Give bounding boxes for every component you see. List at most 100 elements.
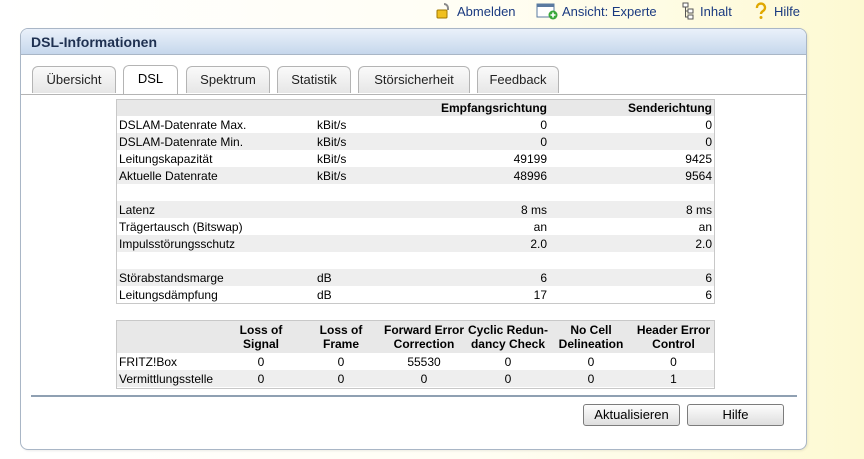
row-rx-value: 0 (385, 133, 549, 150)
row-tx-value: an (698, 219, 712, 234)
help-question-icon (754, 2, 770, 20)
rx-header: Empfangsrichtung (385, 100, 549, 116)
footer-divider (31, 395, 797, 397)
tx-header: Senderichtung (549, 100, 714, 116)
cell-value: 0 (221, 370, 301, 387)
row-rx-value: 0 (540, 117, 547, 132)
row-label: Trägertausch (Bitswap) (119, 219, 243, 234)
row-rx-value: 6 (385, 269, 549, 286)
contents-label: Inhalt (700, 3, 732, 19)
cell-value: 0 (381, 370, 467, 387)
row-label: Impulsstörungsschutz (117, 235, 315, 252)
col-header-hec: Header Error Control (633, 321, 714, 353)
cell-value: 0 (257, 354, 265, 369)
table-row: Trägertausch (Bitswap) an an (117, 218, 714, 235)
row-rx-value: 48996 (385, 167, 549, 184)
spacer-row (117, 184, 714, 201)
tab-bar: Übersicht DSL Spektrum Statistik Störsic… (32, 65, 798, 95)
row-tx-value: 8 ms (549, 201, 714, 218)
logout-link[interactable]: Abmelden (435, 1, 516, 21)
row-label: Leitungsdämpfung (119, 287, 218, 302)
table-row: Leitungsdämpfung dB 17 6 (117, 286, 714, 303)
row-unit: kBit/s (315, 133, 385, 150)
row-unit: kBit/s (317, 151, 347, 166)
row-tx-value: 6 (705, 287, 712, 302)
dsl-info-panel: DSL-Informationen Übersicht DSL Spektrum… (20, 28, 807, 450)
view-mode-label: Ansicht: Experte (562, 3, 657, 19)
row-tx-value: 6 (549, 269, 714, 286)
window-add-icon (536, 2, 558, 20)
contents-link[interactable]: Inhalt (682, 1, 732, 21)
cell-value: 0 (301, 370, 381, 387)
cell-value: 0 (337, 354, 345, 369)
row-label: Latenz (117, 201, 315, 218)
cell-value: 0 (504, 354, 512, 369)
row-label: Aktuelle Datenrate (117, 167, 315, 184)
sitemap-icon (682, 2, 696, 20)
table-row: Vermittlungsstelle 0 0 0 0 0 1 (117, 370, 714, 387)
row-label: FRITZ!Box (119, 354, 178, 369)
cell-value: 0 (549, 370, 633, 387)
cell-value: 0 (467, 370, 549, 387)
tab-dsl[interactable]: DSL (123, 65, 178, 94)
top-navigation: Abmelden Ansicht: Experte Inhalt Hilfe (0, 0, 864, 22)
col-header-crc: Cyclic Redun-dancy Check (467, 321, 549, 353)
table-header-row: Empfangsrichtung Senderichtung (117, 100, 714, 116)
row-label: Vermittlungsstelle (117, 370, 221, 387)
cell-value: 55530 (407, 354, 441, 369)
row-label: Störabstandsmarge (117, 269, 315, 286)
cell-value: 1 (633, 370, 714, 387)
row-rx-value: 8 ms (385, 201, 549, 218)
row-unit (315, 235, 385, 252)
tab-interference[interactable]: Störsicherheit (358, 66, 470, 93)
table-row: Latenz 8 ms 8 ms (117, 201, 714, 218)
row-label: Leitungskapazität (119, 151, 213, 166)
tab-overview[interactable]: Übersicht (32, 66, 116, 93)
table-row: DSLAM-Datenrate Min. kBit/s 0 0 (117, 133, 714, 150)
dsl-values-table: Empfangsrichtung Senderichtung DSLAM-Dat… (116, 99, 715, 304)
row-unit (315, 201, 385, 218)
refresh-button[interactable]: Aktualisieren (583, 404, 680, 426)
col-header-ncd: No Cell Delineation (549, 321, 633, 353)
row-unit (315, 218, 385, 235)
col-header-los: Loss of Signal (221, 321, 301, 353)
row-label: DSLAM-Datenrate Min. (117, 133, 315, 150)
help-button[interactable]: Hilfe (687, 404, 784, 426)
tab-spectrum[interactable]: Spektrum (186, 66, 270, 93)
table-row: Impulsstörungsschutz 2.0 2.0 (117, 235, 714, 252)
table-row: Leitungskapazität kBit/s 49199 9425 (117, 150, 714, 167)
row-tx-value: 9564 (549, 167, 714, 184)
error-counters-table: Loss of Signal Loss of Frame Forward Error… (116, 320, 715, 389)
row-label: DSLAM-Datenrate Max. (119, 117, 247, 132)
tab-divider (21, 94, 806, 95)
padlock-icon (435, 2, 453, 20)
table-row: Aktuelle Datenrate kBit/s 48996 9564 (117, 167, 714, 184)
row-tx-value: 2.0 (549, 235, 714, 252)
row-tx-value: 9425 (685, 151, 712, 166)
row-unit: dB (317, 287, 332, 302)
logout-label: Abmelden (457, 3, 516, 19)
row-unit: kBit/s (317, 117, 347, 132)
table-row: Störabstandsmarge dB 6 6 (117, 269, 714, 286)
row-rx-value: 49199 (513, 151, 547, 166)
help-link[interactable]: Hilfe (754, 1, 800, 21)
col-header-lof: Loss of Frame (301, 321, 381, 353)
row-rx-value: 2.0 (385, 235, 549, 252)
table-header-row: Loss of Signal Loss of Frame Forward Error… (117, 321, 714, 353)
spacer-row (117, 252, 714, 269)
row-rx-value: an (533, 219, 547, 234)
table-row: FRITZ!Box 0 0 55530 0 0 0 (117, 353, 714, 370)
view-mode-link[interactable]: Ansicht: Experte (536, 1, 657, 21)
cell-value: 0 (587, 354, 595, 369)
row-unit: dB (315, 269, 385, 286)
row-rx-value: 17 (533, 287, 547, 302)
help-label: Hilfe (774, 3, 801, 19)
cell-value: 0 (670, 354, 677, 369)
row-unit: kBit/s (315, 167, 385, 184)
row-tx-value: 0 (705, 117, 712, 132)
panel-title: DSL-Informationen (21, 29, 806, 55)
tab-statistics[interactable]: Statistik (277, 66, 351, 93)
tab-feedback[interactable]: Feedback (477, 66, 559, 93)
col-header-fec: Forward Error Correction (381, 321, 467, 353)
row-tx-value: 0 (549, 133, 714, 150)
